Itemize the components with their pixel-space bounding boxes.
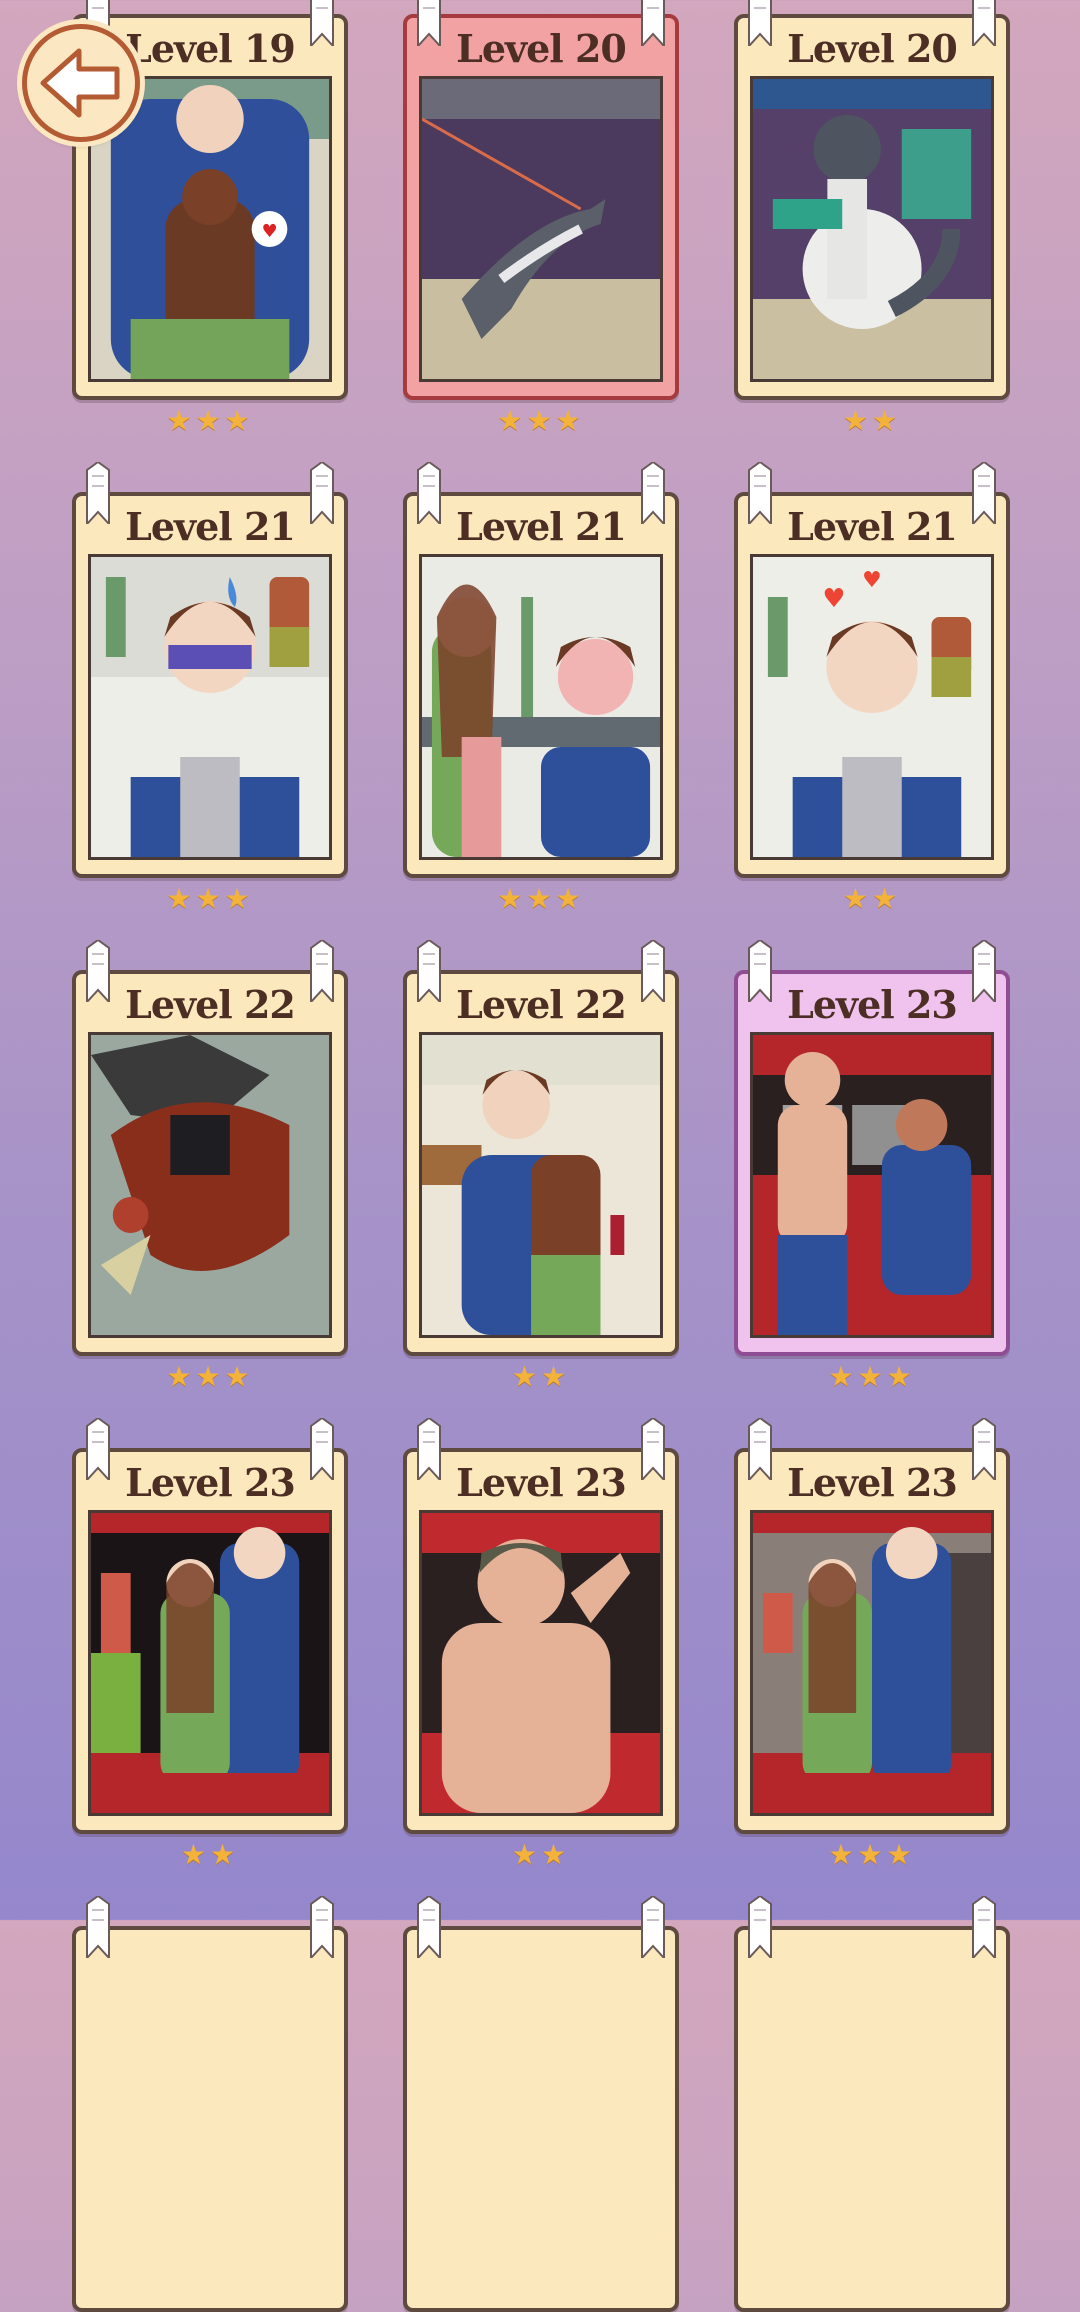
- back-button[interactable]: [22, 24, 140, 142]
- level-title: Level 22: [125, 982, 296, 1027]
- ribbon-icon: [970, 1894, 998, 1961]
- level-title: Level 23: [125, 1460, 296, 1505]
- star-icon: ★: [210, 1838, 240, 1871]
- star-rating: ★★: [734, 882, 1010, 916]
- star-icon: ★: [541, 1838, 571, 1871]
- ribbon-icon: [639, 1894, 667, 1961]
- level-title: Level 23: [787, 982, 958, 1027]
- star-rating: ★★★: [403, 404, 679, 438]
- star-icon: ★: [828, 1360, 858, 1393]
- star-icon: ★: [555, 882, 585, 915]
- level-card[interactable]: Level 23: [734, 938, 1010, 1356]
- star-rating: ★★: [403, 1838, 679, 1872]
- star-icon: ★: [526, 882, 556, 915]
- star-icon: ★: [180, 1838, 210, 1871]
- level-title: Level 22: [456, 982, 627, 1027]
- level-grid: Level 19 ♥ ★★★ Level 20 ★★★ Level 20 ★★ Level 2…: [0, 0, 1080, 2312]
- level-illustration: [419, 76, 663, 382]
- star-icon: ★: [497, 404, 527, 437]
- level-card[interactable]: Level 21: [403, 460, 679, 878]
- star-icon: ★: [886, 1838, 916, 1871]
- star-rating: ★★★: [734, 1360, 1010, 1394]
- level-illustration: [88, 1032, 332, 1338]
- level-illustration: [88, 554, 332, 860]
- level-illustration: ♥ ♥: [750, 554, 994, 860]
- level-title: Level 21: [456, 504, 627, 549]
- level-illustration: [88, 1510, 332, 1816]
- svg-text:♥: ♥: [862, 568, 882, 593]
- level-illustration: [419, 1032, 663, 1338]
- level-card[interactable]: Level 20: [403, 0, 679, 400]
- star-icon: ★: [166, 404, 196, 437]
- level-card[interactable]: Level 22: [72, 938, 348, 1356]
- star-icon: ★: [511, 1838, 541, 1871]
- level-title: Level 21: [125, 504, 296, 549]
- level-illustration: [750, 76, 994, 382]
- star-icon: ★: [872, 404, 902, 437]
- level-illustration: [750, 1510, 994, 1816]
- star-rating: ★★: [403, 1360, 679, 1394]
- star-icon: ★: [511, 1360, 541, 1393]
- level-title: Level 23: [456, 1460, 627, 1505]
- level-card[interactable]: Level 23: [403, 1416, 679, 1834]
- level-card[interactable]: [734, 1894, 1010, 2312]
- level-title: Level 21: [787, 504, 958, 549]
- star-icon: ★: [842, 882, 872, 915]
- level-card[interactable]: Level 20: [734, 0, 1010, 400]
- star-rating: ★★: [72, 1838, 348, 1872]
- ribbon-icon: [84, 1894, 112, 1961]
- level-card[interactable]: Level 21: [72, 460, 348, 878]
- level-illustration: [750, 1032, 994, 1338]
- star-rating: ★★★: [403, 882, 679, 916]
- star-icon: ★: [166, 882, 196, 915]
- star-icon: ★: [541, 1360, 571, 1393]
- star-rating: ★★★: [72, 882, 348, 916]
- level-title: Level 23: [787, 1460, 958, 1505]
- star-rating: ★★: [734, 404, 1010, 438]
- ribbon-icon: [746, 1894, 774, 1961]
- star-icon: ★: [526, 404, 556, 437]
- level-illustration: [419, 554, 663, 860]
- star-icon: ★: [224, 404, 254, 437]
- level-title: Level 20: [456, 26, 627, 71]
- star-rating: ★★★: [72, 404, 348, 438]
- star-icon: ★: [166, 1360, 196, 1393]
- star-icon: ★: [828, 1838, 858, 1871]
- star-icon: ★: [872, 882, 902, 915]
- ribbon-icon: [415, 1894, 443, 1961]
- star-icon: ★: [195, 882, 225, 915]
- level-card[interactable]: [72, 1894, 348, 2312]
- level-title: Level 20: [787, 26, 958, 71]
- svg-text:♥: ♥: [822, 584, 845, 614]
- star-icon: ★: [224, 1360, 254, 1393]
- level-card[interactable]: [403, 1894, 679, 2312]
- level-card[interactable]: Level 21 ♥ ♥: [734, 460, 1010, 878]
- star-icon: ★: [857, 1360, 887, 1393]
- star-icon: ★: [886, 1360, 916, 1393]
- svg-text:♥: ♥: [262, 221, 278, 242]
- star-icon: ★: [497, 882, 527, 915]
- level-card[interactable]: Level 22: [403, 938, 679, 1356]
- star-icon: ★: [195, 1360, 225, 1393]
- star-icon: ★: [195, 404, 225, 437]
- level-illustration: [419, 1510, 663, 1816]
- star-icon: ★: [224, 882, 254, 915]
- star-rating: ★★★: [734, 1838, 1010, 1872]
- star-icon: ★: [857, 1838, 887, 1871]
- star-icon: ★: [555, 404, 585, 437]
- back-arrow-icon: [40, 48, 120, 118]
- star-icon: ★: [842, 404, 872, 437]
- level-card[interactable]: Level 23: [72, 1416, 348, 1834]
- ribbon-icon: [308, 1894, 336, 1961]
- level-card[interactable]: Level 23: [734, 1416, 1010, 1834]
- star-rating: ★★★: [72, 1360, 348, 1394]
